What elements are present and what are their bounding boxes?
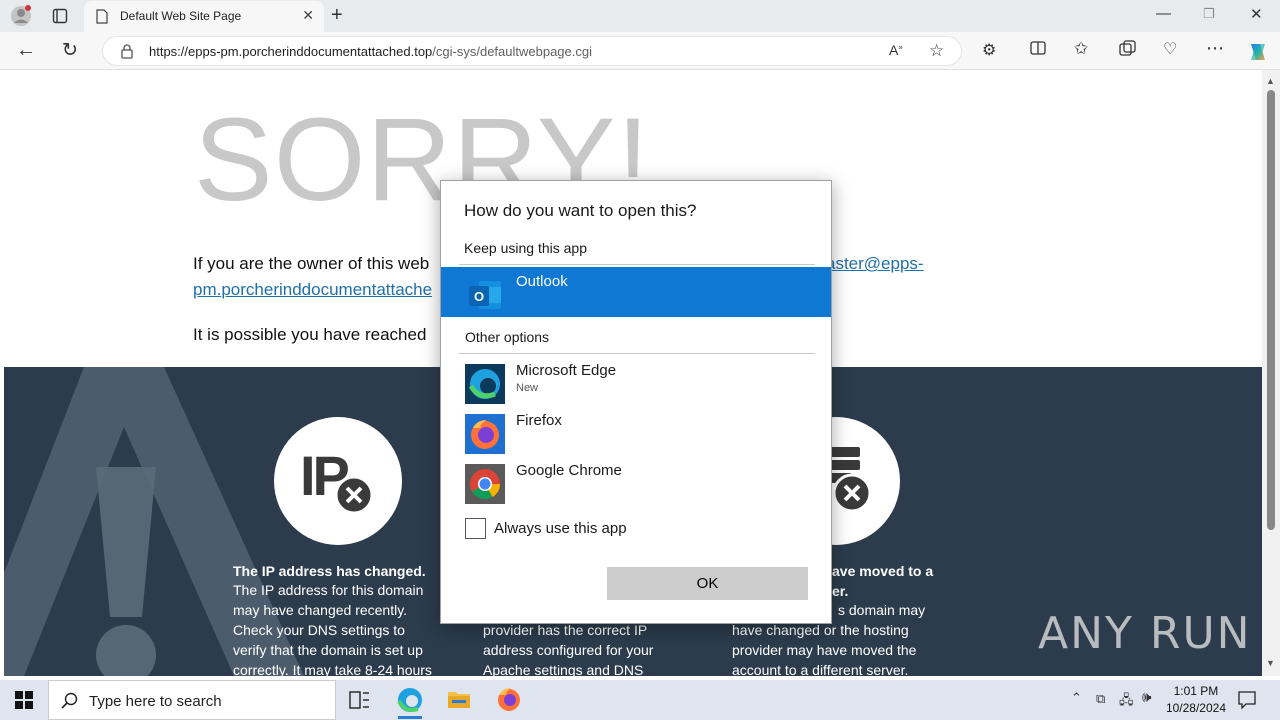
address-bar[interactable]: https://epps-pm.porcherinddocumentattach… xyxy=(102,36,962,66)
app-name: Firefox xyxy=(516,412,562,429)
owner-text: If you are the owner of this web xyxy=(193,254,430,273)
device-icon[interactable]: ⧉ xyxy=(1096,691,1105,707)
app-option-edge[interactable]: Microsoft Edge New xyxy=(441,356,831,406)
always-use-label[interactable]: Always use this app xyxy=(494,520,627,537)
edge-icon xyxy=(465,364,505,404)
close-window-icon[interactable]: ✕ xyxy=(1250,5,1263,23)
toolbar: ← ↻ https://epps-pm.porcherinddocumentat… xyxy=(0,32,1280,70)
back-icon[interactable]: ← xyxy=(16,39,36,62)
ip-changed-icon: IP xyxy=(274,417,402,545)
clock-time: 1:01 PM xyxy=(1173,684,1219,698)
dialog-title: How do you want to open this? xyxy=(464,201,697,220)
file-explorer-icon[interactable] xyxy=(446,686,474,714)
clock-date: 10/28/2024 xyxy=(1165,701,1226,715)
collections-icon[interactable] xyxy=(1119,40,1136,61)
svg-text:O: O xyxy=(474,289,484,304)
app-option-firefox[interactable]: Firefox xyxy=(441,406,831,456)
page-scrollbar[interactable]: ▲ ▼ xyxy=(1262,70,1280,676)
copilot-icon[interactable] xyxy=(1246,40,1270,64)
refresh-icon[interactable]: ↻ xyxy=(62,39,78,62)
extensions-icon[interactable]: ⚙ xyxy=(982,40,996,60)
taskbar: Type here to search ⌃ ⧉ 🖧 🕪 1:01 PM 10/2… xyxy=(0,680,1280,720)
webmaster-link-part2[interactable]: pm.porcherinddocumentattache xyxy=(193,280,432,300)
card3-heading-line1: ave moved to a xyxy=(832,563,934,579)
scroll-up-icon[interactable]: ▲ xyxy=(1266,76,1275,86)
page-icon xyxy=(96,9,108,29)
keep-using-heading: Keep using this app xyxy=(464,240,587,256)
read-aloud-icon[interactable]: A» xyxy=(889,42,903,58)
start-icon[interactable] xyxy=(15,691,33,714)
notifications-icon[interactable] xyxy=(1238,691,1256,714)
anyrun-watermark: ANY RUN xyxy=(1038,608,1252,659)
app-new-badge: New xyxy=(516,382,539,394)
app-name: Google Chrome xyxy=(516,462,622,479)
clock[interactable]: 1:01 PM 10/28/2024 xyxy=(1166,683,1226,717)
scroll-thumb[interactable] xyxy=(1267,90,1275,530)
tab-actions-icon[interactable] xyxy=(52,8,68,24)
always-use-checkbox[interactable] xyxy=(465,518,486,539)
app-name: Microsoft Edge xyxy=(516,362,617,379)
new-tab-icon[interactable]: + xyxy=(331,4,343,27)
chrome-icon xyxy=(465,464,505,504)
webmaster-link-part1[interactable]: aster@epps- xyxy=(826,254,924,274)
more-menu-icon[interactable]: ⋯ xyxy=(1206,38,1224,59)
active-tab[interactable]: Default Web Site Page ✕ xyxy=(84,1,324,32)
card1-heading: The IP address has changed. xyxy=(233,563,426,579)
favorites-icon[interactable]: ✩ xyxy=(1074,39,1088,59)
lock-icon[interactable] xyxy=(121,44,133,64)
split-screen-icon[interactable] xyxy=(1030,40,1046,60)
search-placeholder: Type here to search xyxy=(89,693,222,710)
taskbar-edge-icon[interactable] xyxy=(396,686,424,719)
card2-text: provider has the correct IP address conf… xyxy=(483,622,654,676)
favorite-star-icon[interactable]: ☆ xyxy=(929,41,944,61)
volume-icon[interactable]: 🕪 xyxy=(1142,689,1151,706)
scroll-down-icon[interactable]: ▼ xyxy=(1266,658,1275,668)
app-name: Outlook xyxy=(516,273,568,290)
divider xyxy=(459,264,815,265)
network-icon[interactable]: 🖧 xyxy=(1119,691,1134,713)
minimize-icon[interactable]: — xyxy=(1156,5,1171,22)
taskbar-search-box[interactable]: Type here to search xyxy=(48,680,336,720)
restore-icon[interactable]: ❐ xyxy=(1203,6,1215,22)
card1-text: The IP address for this domain may have … xyxy=(233,582,432,676)
close-tab-icon[interactable]: ✕ xyxy=(302,7,314,24)
search-icon xyxy=(61,692,78,714)
divider xyxy=(459,353,815,354)
task-view-icon[interactable] xyxy=(348,690,376,718)
ok-button[interactable]: OK xyxy=(607,567,808,600)
tab-title: Default Web Site Page xyxy=(120,9,242,23)
app-option-chrome[interactable]: Google Chrome xyxy=(441,456,831,506)
possible-text: It is possible you have reached xyxy=(193,325,427,344)
app-option-outlook[interactable]: O Outlook xyxy=(441,267,831,317)
browser-essentials-icon[interactable]: ♡ xyxy=(1163,39,1177,59)
card3-heading-line2: er. xyxy=(832,583,849,599)
open-with-dialog: How do you want to open this? Keep using… xyxy=(440,180,832,624)
other-options-heading: Other options xyxy=(465,329,550,345)
taskbar-firefox-icon[interactable] xyxy=(496,686,524,714)
show-hidden-icons[interactable]: ⌃ xyxy=(1071,690,1082,706)
firefox-icon xyxy=(465,414,505,454)
url-text: https://epps-pm.porcherinddocumentattach… xyxy=(149,44,592,59)
tab-bar: Default Web Site Page ✕ + — ❐ ✕ xyxy=(0,0,1280,32)
profile-icon[interactable] xyxy=(10,5,32,27)
outlook-icon: O xyxy=(465,275,505,315)
